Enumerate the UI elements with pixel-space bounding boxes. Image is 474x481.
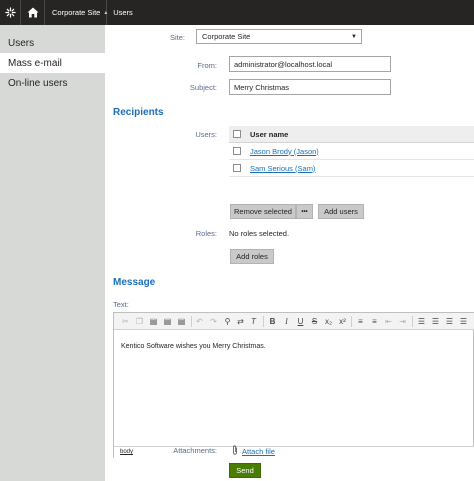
attachments-label: Attachments: — [173, 446, 217, 455]
outdent-icon[interactable]: ⇤ — [383, 316, 394, 327]
select-all-checkbox[interactable] — [233, 130, 241, 138]
toolbar-divider — [351, 316, 352, 327]
subject-field[interactable]: Merry Christmas — [229, 79, 391, 95]
editor-toolbar: ✂ ❐ ▤ ▤ ▤ ↶ ↷ ⚲ ⇄ T B I U S x₂ x² ≡ ≡ ⇤ … — [114, 313, 474, 330]
superscript-icon[interactable]: x² — [337, 316, 348, 327]
send-button-label: Send — [236, 466, 254, 475]
copy-icon[interactable]: ❐ — [134, 316, 145, 327]
site-select-value: Corporate Site — [202, 32, 251, 41]
main-content: Site: Corporate Site ▼ From: administrat… — [105, 25, 474, 481]
rich-text-editor[interactable]: ✂ ❐ ▤ ▤ ▤ ↶ ↷ ⚲ ⇄ T B I U S x₂ x² ≡ ≡ ⇤ … — [113, 312, 474, 458]
remove-selected-label: Remove selected — [234, 207, 292, 216]
message-heading: Message — [113, 277, 156, 288]
table-row: Jason Brody (Jason) — [229, 143, 474, 160]
toolbar-divider — [412, 316, 413, 327]
user-link[interactable]: Jason Brody (Jason) — [250, 147, 319, 156]
from-value: administrator@localhost.local — [234, 59, 333, 69]
site-select[interactable]: Corporate Site ▼ — [196, 29, 362, 44]
add-users-button[interactable]: Add users — [318, 204, 364, 219]
roles-value: No roles selected. — [229, 229, 290, 238]
sidebar: Users Mass e-mail On-line users — [0, 25, 105, 481]
site-selector-button[interactable]: Corporate Site ▲ — [45, 0, 108, 25]
redo-icon[interactable]: ↷ — [208, 316, 219, 327]
align-center-icon[interactable]: ☰ — [430, 316, 441, 327]
undo-icon[interactable]: ↶ — [194, 316, 205, 327]
justify-icon[interactable]: ☰ — [458, 316, 469, 327]
add-roles-label: Add roles — [236, 252, 268, 261]
indent-icon[interactable]: ⇥ — [397, 316, 408, 327]
remove-selected-button[interactable]: Remove selected — [230, 204, 296, 219]
add-roles-button[interactable]: Add roles — [230, 249, 274, 264]
underline-icon[interactable]: U — [295, 316, 306, 327]
toolbar-divider — [263, 316, 264, 327]
sidebar-item-label: Mass e-mail — [8, 57, 62, 69]
attach-file-link[interactable]: Attach file — [242, 447, 275, 456]
text-label: Text: — [113, 300, 129, 309]
subscript-icon[interactable]: x₂ — [323, 316, 334, 327]
site-label: Site: — [169, 33, 185, 42]
paperclip-icon — [232, 445, 238, 457]
send-button[interactable]: Send — [229, 463, 261, 478]
app-breadcrumb[interactable]: Users — [107, 0, 139, 25]
sidebar-item-online-users[interactable]: On-line users — [0, 73, 105, 93]
row-checkbox[interactable] — [233, 164, 241, 172]
dropdown-arrow-icon: ▼ — [351, 34, 357, 40]
numbered-list-icon[interactable]: ≡ — [355, 316, 366, 327]
row-checkbox[interactable] — [233, 147, 241, 155]
attach-file-control[interactable]: Attach file — [232, 445, 275, 457]
app-name: Users — [113, 8, 133, 17]
home-icon[interactable] — [21, 0, 45, 25]
sidebar-item-users[interactable]: Users — [0, 33, 105, 53]
bulleted-list-icon[interactable]: ≡ — [369, 316, 380, 327]
subject-label: Subject: — [189, 83, 217, 92]
strikethrough-icon[interactable]: S — [309, 316, 320, 327]
users-label: Users: — [195, 130, 217, 139]
editor-body-text[interactable]: Kentico Software wishes you Merry Christ… — [121, 343, 266, 350]
remove-format-icon[interactable]: T — [248, 316, 259, 327]
paste-word-icon[interactable]: ▤ — [176, 316, 187, 327]
from-field[interactable]: administrator@localhost.local — [229, 56, 391, 72]
paste-text-icon[interactable]: ▤ — [162, 316, 173, 327]
align-left-icon[interactable]: ☰ — [416, 316, 427, 327]
add-users-label: Add users — [324, 207, 358, 216]
subject-value: Merry Christmas — [234, 82, 290, 92]
site-selector-label: Corporate Site — [52, 8, 101, 17]
kentico-logo-icon[interactable] — [0, 0, 21, 25]
table-row: Sam Serious (Sam) — [229, 160, 474, 177]
users-table: User name Jason Brody (Jason) Sam Seriou… — [229, 126, 474, 177]
sidebar-item-label: Users — [8, 37, 35, 49]
find-icon[interactable]: ⚲ — [222, 316, 233, 327]
align-right-icon[interactable]: ☰ — [444, 316, 455, 327]
italic-icon[interactable]: I — [281, 316, 292, 327]
sidebar-item-mass-email[interactable]: Mass e-mail — [0, 53, 105, 73]
table-header-row: User name — [229, 126, 474, 143]
paste-icon[interactable]: ▤ — [148, 316, 159, 327]
toolbar-divider — [191, 316, 192, 327]
roles-label: Roles: — [195, 229, 217, 238]
more-actions-button[interactable]: ••• — [296, 204, 313, 219]
cut-icon[interactable]: ✂ — [120, 316, 131, 327]
more-icon: ••• — [301, 208, 308, 215]
recipients-heading: Recipients — [113, 107, 164, 118]
sidebar-item-label: On-line users — [8, 77, 68, 89]
replace-icon[interactable]: ⇄ — [235, 316, 246, 327]
column-header-username: User name — [250, 129, 289, 139]
top-bar: Corporate Site ▲ Users — [0, 0, 474, 25]
from-label: From: — [197, 61, 217, 70]
bold-icon[interactable]: B — [267, 316, 278, 327]
user-link[interactable]: Sam Serious (Sam) — [250, 164, 315, 173]
